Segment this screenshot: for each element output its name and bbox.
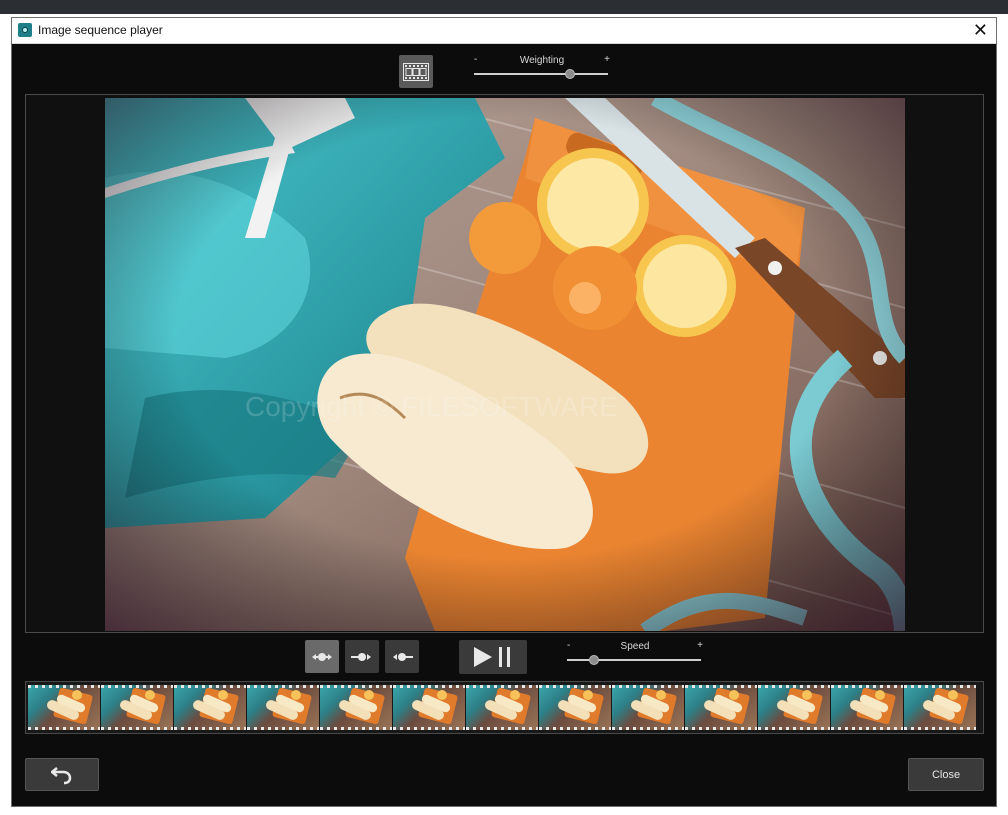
weighting-slider[interactable]: - Weighting + (474, 54, 610, 79)
weighting-thumb[interactable] (565, 69, 576, 79)
filmstrip-frame[interactable] (758, 685, 830, 730)
image-sequence-player-window: Image sequence player ✕ - Weighting + Co… (11, 17, 997, 807)
filmstrip-toggle-button[interactable] (399, 55, 433, 88)
fade-mode-icon (312, 652, 332, 661)
play-pause-button[interactable] (459, 640, 527, 674)
filmstrip-frame[interactable] (174, 685, 246, 730)
forward-mode-button[interactable] (345, 640, 379, 673)
filmstrip-frame[interactable] (101, 685, 173, 730)
filmstrip-frame[interactable] (466, 685, 538, 730)
window-title: Image sequence player (38, 23, 163, 37)
filmstrip-frame[interactable] (320, 685, 392, 730)
backward-mode-icon (393, 652, 413, 661)
desktop-background (0, 0, 1008, 14)
app-icon (18, 23, 32, 37)
filmstrip-icon (403, 62, 429, 81)
filmstrip-frame[interactable] (831, 685, 903, 730)
speed-label: Speed (620, 641, 650, 652)
play-pause-icon (474, 647, 510, 667)
weighting-plus: + (604, 54, 610, 65)
fade-mode-button[interactable] (305, 640, 339, 673)
close-icon[interactable]: ✕ (973, 20, 988, 40)
filmstrip-frame[interactable] (685, 685, 757, 730)
filmstrip-frame[interactable] (393, 685, 465, 730)
speed-track (567, 659, 701, 661)
filmstrip-frame[interactable] (904, 685, 976, 730)
filmstrip-frame[interactable] (539, 685, 611, 730)
preview-image: Copyright © FILESOFTWARE (105, 98, 905, 631)
filmstrip-frame[interactable] (612, 685, 684, 730)
preview-frame: Copyright © FILESOFTWARE (25, 94, 984, 633)
filmstrip[interactable] (25, 681, 984, 734)
filmstrip-frame[interactable] (247, 685, 319, 730)
filmstrip-frame[interactable] (28, 685, 100, 730)
backward-mode-button[interactable] (385, 640, 419, 673)
title-bar: Image sequence player ✕ (12, 18, 996, 44)
weighting-label: Weighting (519, 55, 565, 66)
watermark-text: Copyright © FILESOFTWARE (245, 391, 618, 422)
filmstrip-frames (28, 685, 976, 730)
weighting-track (474, 73, 608, 75)
undo-icon (51, 766, 72, 784)
forward-mode-icon (351, 652, 371, 661)
speed-thumb[interactable] (588, 655, 599, 665)
speed-plus: + (697, 640, 703, 651)
close-button[interactable]: Close (908, 758, 984, 791)
undo-button[interactable] (25, 758, 99, 791)
speed-slider[interactable]: - Speed + (567, 640, 703, 665)
